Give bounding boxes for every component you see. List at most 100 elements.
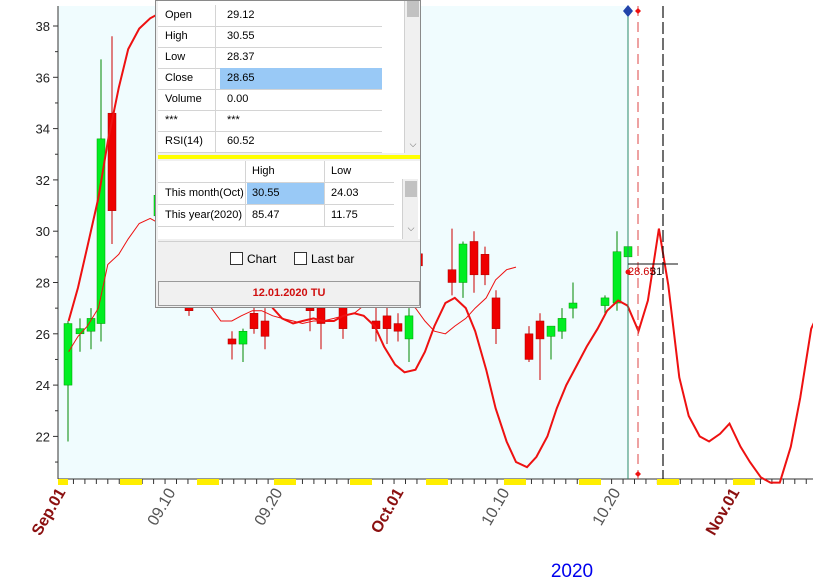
candle-body [458,243,468,283]
scroll-down-arrow-icon[interactable]: ⌵ [405,139,421,150]
range-row-month[interactable]: This month(Oct) 30.55 24.03 [158,183,394,205]
bar-value-key: Open [158,5,216,26]
checkbox-box-icon[interactable] [294,252,307,265]
price-marker-overlay: 31 [650,266,662,278]
bar-value: 0.00 [227,93,249,105]
candle-body [227,338,237,345]
x-tick-label: Nov.01 [703,485,743,538]
y-tick-label: 22 [36,429,50,444]
candle-body [382,315,392,329]
range-row-label: This month(Oct) [158,183,246,204]
bar-values-scrollbar[interactable]: ⌵ [404,1,420,153]
candle-body [260,320,270,337]
bar-value-row[interactable]: RSI(14) 60.52 [158,131,382,153]
bar-value-key: RSI(14) [158,131,216,152]
range-table-header: High Low [158,161,394,183]
bar-value: 60.52 [227,135,255,147]
candle-body [600,297,610,306]
y-tick-label: 32 [36,173,50,188]
bar-value-key: *** [158,110,216,131]
chart-checkbox[interactable]: Chart [230,252,276,266]
y-tick-label: 36 [36,70,50,85]
range-row-label: This year(2020) [158,205,246,226]
x-tick-label: 09.20 [252,485,287,528]
scrollbar-thumb[interactable] [407,1,419,17]
range-row-low: 11.75 [331,209,358,221]
x-tick-label: 09.10 [145,485,180,528]
bar-value-row[interactable]: Close 28.65 [158,68,382,90]
candle-body [535,320,545,340]
candle-body [568,302,578,309]
range-table: High Low This month(Oct) 30.55 24.03 Thi… [158,161,420,239]
year-label: 2020 [551,561,593,580]
range-row-year[interactable]: This year(2020) 85.47 11.75 [158,205,394,227]
bar-value-key: High [158,26,216,47]
y-axis: 38 36 34 32 30 28 26 24 22 [36,19,58,463]
scroll-down-arrow-icon[interactable]: ⌵ [403,223,419,234]
candle-body [447,269,457,283]
x-tick-label: 10.10 [479,485,514,528]
current-date: 12.01.2020 TU [158,281,420,306]
close-dot [625,269,631,275]
weekend-marker [197,479,219,485]
panel-options: Chart Last bar [158,241,420,278]
weekend-marker [274,479,296,485]
candle-body [393,323,403,332]
weekend-markers [58,479,755,485]
candle-body [63,323,73,386]
candle-body [238,330,248,345]
checkbox-box-icon[interactable] [230,252,243,265]
candle-body [469,241,479,276]
candle-body [612,251,622,304]
candle-body [546,325,556,337]
info-panel[interactable]: Open 29.12 High 30.55 Low 28.37 Close 28.65 Volu… [155,0,421,308]
y-tick-label: 38 [36,19,50,34]
weekend-marker [120,479,142,485]
scrollbar-thumb[interactable] [405,181,417,197]
weekend-marker [350,479,372,485]
weekend-marker [504,479,526,485]
chart-checkbox-label: Chart [247,252,277,266]
weekend-marker [58,479,68,485]
cursor-diamond-icon [635,8,641,14]
x-axis: Sep.01 09.10 09.20 Oct.01 10.10 10.20 Nov.01 [29,479,807,539]
bar-value: 28.37 [227,51,255,63]
candle-body [404,315,414,340]
bar-value: 28.65 [220,68,382,89]
bar-value-row[interactable]: High 30.55 [158,26,382,48]
bar-value-row[interactable]: *** *** [158,110,382,132]
bar-value-key: Close [158,68,216,89]
candle-body [305,307,315,311]
weekend-marker [657,479,679,485]
bar-values-grid: Open 29.12 High 30.55 Low 28.37 Close 28.65 Volu… [158,1,420,153]
bar-value-row[interactable]: Open 29.12 [158,5,382,27]
bar-value-key: Low [158,47,216,68]
range-table-scrollbar[interactable]: ⌵ [402,179,418,239]
y-tick-label: 24 [36,378,50,393]
bar-value-row[interactable]: Volume 0.00 [158,89,382,111]
candle-body [249,313,259,329]
candle-body [524,333,534,360]
range-header-low: Low [331,165,352,177]
y-tick-label: 34 [36,122,50,137]
weekend-marker [733,479,755,485]
last-bar-checkbox-label: Last bar [311,252,355,266]
y-tick-label: 30 [36,224,50,239]
bar-value-row[interactable]: Low 28.37 [158,47,382,69]
x-tick-label: Sep.01 [29,485,70,538]
bar-value: 29.12 [227,9,255,21]
last-bar-checkbox[interactable]: Last bar [294,252,354,266]
x-tick-label: Oct.01 [368,485,407,536]
bar-value: *** [227,114,240,126]
x-tick-label: 10.20 [590,485,625,528]
bar-value: 30.55 [227,30,255,42]
weekend-marker [426,479,448,485]
range-row-high: 30.55 [247,183,325,204]
range-row-low: 24.03 [331,187,359,199]
weekend-marker [579,479,601,485]
candle-body [107,112,117,211]
candle-body [557,318,567,332]
panel-divider[interactable] [158,155,420,159]
bar-value-key: Volume [158,89,216,110]
y-tick-label: 26 [36,327,50,342]
